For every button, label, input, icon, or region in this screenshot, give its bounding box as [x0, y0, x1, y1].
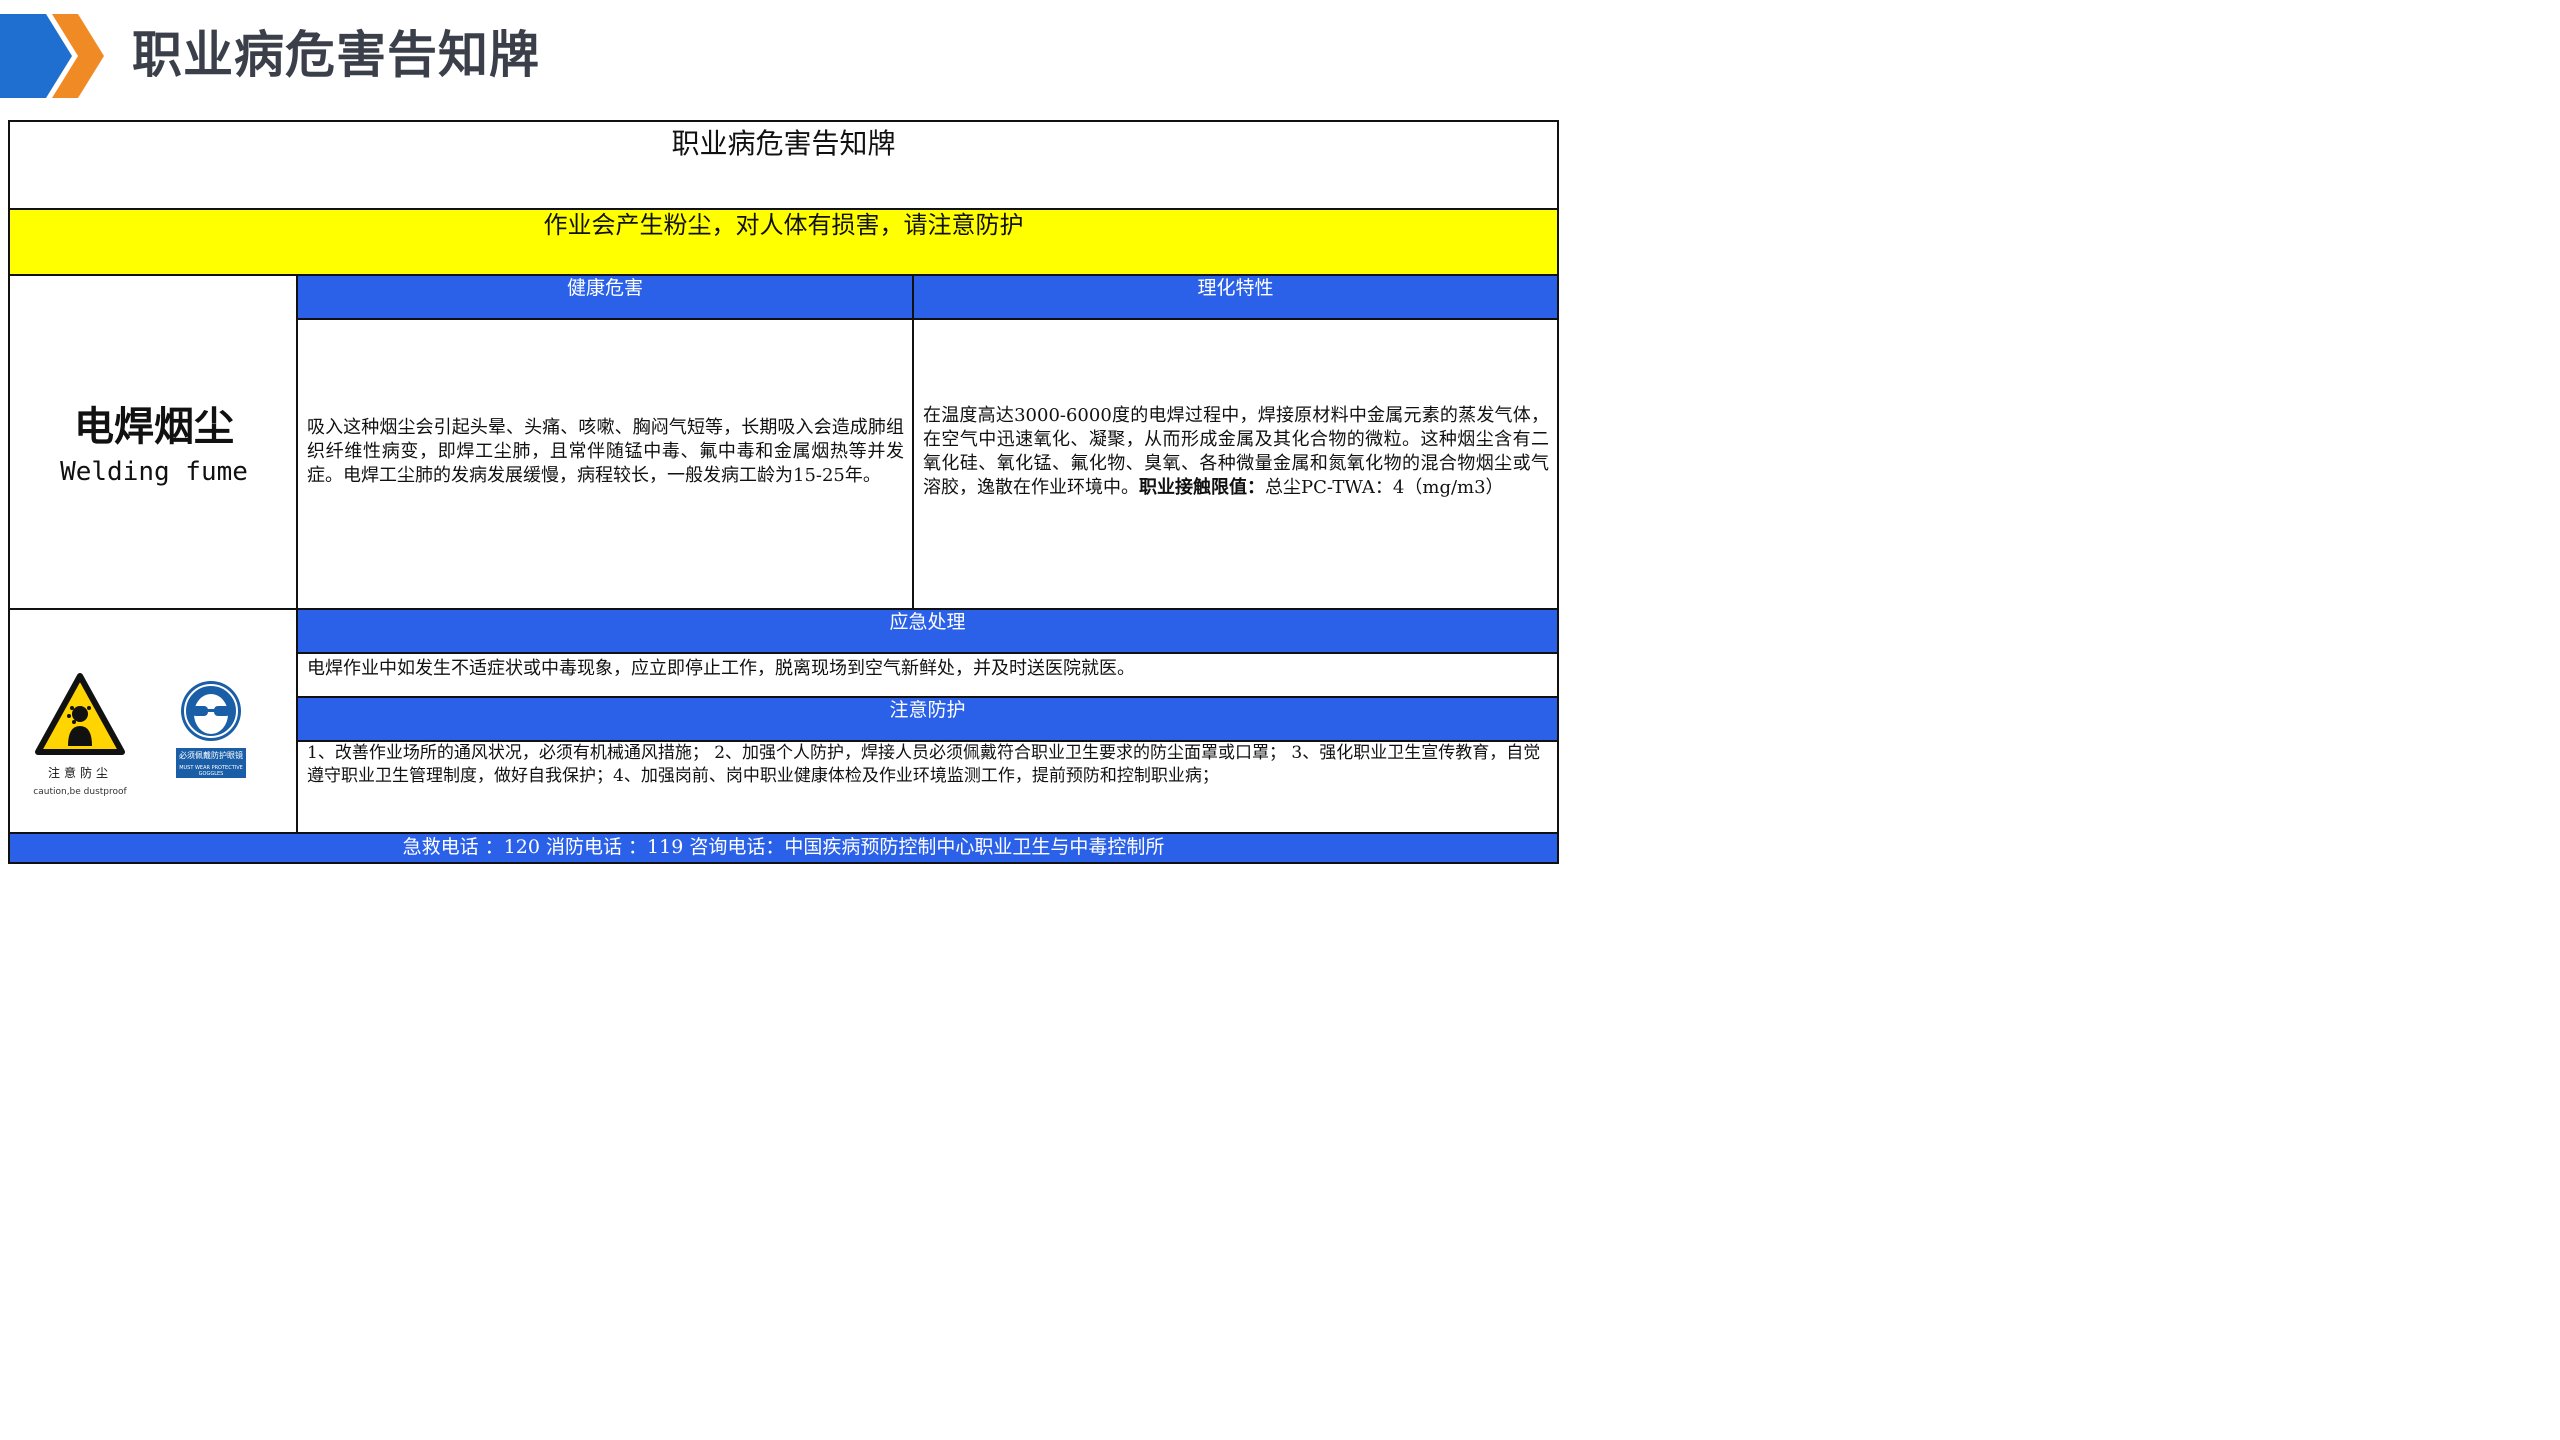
- warning-banner: 作业会产生粉尘，对人体有损害，请注意防护: [10, 210, 1557, 276]
- health-hazard-text: 吸入这种烟尘会引起头晕、头痛、咳嗽、胸闷气短等，长期吸入会造成肺组织纤维性病变，…: [298, 320, 914, 610]
- health-hazard-header: 健康危害: [298, 276, 914, 320]
- goggles-sign: 必须佩戴防护眼镜 MUST WEAR PROTECTIVE GOGGLES: [176, 680, 246, 778]
- goggles-label: 必须佩戴防护眼镜: [176, 748, 246, 764]
- caution-label-cn: 注意防尘: [47, 766, 112, 780]
- goggles-label-en: MUST WEAR PROTECTIVE GOGGLES: [176, 764, 246, 778]
- hazard-name-cn: 电焊烟尘: [74, 403, 234, 450]
- protection-text: 1、改善作业场所的通风状况，必须有机械通风措施； 2、加强个人防护，焊接人员必须…: [307, 743, 1541, 786]
- safety-signs-cell: 注意防尘 caution,be dustproof 必须佩戴防护眼镜 MUST …: [10, 610, 298, 832]
- page-title: 职业病危害告知牌: [132, 26, 540, 84]
- protection-header: 注意防护: [298, 698, 1557, 742]
- property-text-cell: 在温度高达3000-6000度的电焊过程中，焊接原材料中金属元素的蒸发气体，在空…: [914, 320, 1557, 610]
- exposure-limit-value: 总尘PC-TWA：4（mg/m3）: [1265, 477, 1504, 498]
- property-header: 理化特性: [914, 276, 1557, 320]
- hazard-notice-board: 职业病危害告知牌 作业会产生粉尘，对人体有损害，请注意防护 电焊烟尘 Weldi…: [8, 120, 1559, 864]
- hazard-name-en: Welding fume: [60, 457, 248, 487]
- emergency-text: 电焊作业中如发生不适症状或中毒现象，应立即停止工作，脱离现场到空气新鲜处，并及时…: [298, 654, 1557, 698]
- dust-warning-icon: [35, 673, 125, 755]
- goggles-mandatory-icon: [181, 681, 241, 741]
- emergency-phone-footer: 急救电话 ：120 消防电话 ：119 咨询电话：中国疾病预防控制中心职业卫生与…: [10, 832, 1557, 862]
- exposure-limit-label: 职业接触限值：: [1139, 477, 1265, 498]
- emergency-header: 应急处理: [298, 610, 1557, 654]
- hazard-name-cell: 电焊烟尘 Welding fume: [10, 276, 298, 610]
- page-header: 职业病危害告知牌: [0, 0, 1568, 112]
- caution-label-en: caution,be dustproof: [33, 787, 127, 797]
- caution-dust-sign: 注意防尘 caution,be dustproof: [30, 672, 130, 797]
- board-title: 职业病危害告知牌: [10, 122, 1557, 210]
- chevron-icon: [0, 14, 104, 98]
